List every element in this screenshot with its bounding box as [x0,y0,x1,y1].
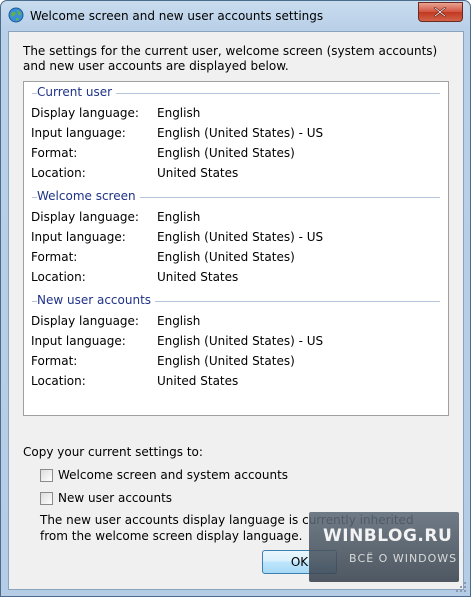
setting-row: Input language: English (United States) … [31,230,441,246]
setting-row: Format: English (United States) [31,146,441,162]
setting-value: English (United States) - US [157,334,324,348]
setting-label: Input language: [31,126,126,140]
setting-label: Display language: [31,106,139,120]
title-bar[interactable]: Welcome screen and new user accounts set… [1,1,470,31]
setting-row: Display language: English [31,314,441,330]
close-icon [434,7,446,17]
setting-row: Format: English (United States) [31,250,441,266]
setting-value: English [157,106,201,120]
dialog-client-area: The settings for the current user, welco… [8,31,464,590]
setting-label: Display language: [31,210,139,224]
section-title: Current user [37,85,117,99]
watermark-logo: WINBLOG.RU ВСЁ О WINDOWS [309,512,459,582]
checkbox-label[interactable]: Welcome screen and system accounts [58,468,288,482]
setting-row: Format: English (United States) [31,354,441,370]
setting-label: Format: [31,250,78,264]
setting-value: English (United States) [157,250,295,264]
intro-text: The settings for the current user, welco… [23,44,438,73]
setting-value: English (United States) [157,146,295,160]
setting-value: English (United States) [157,354,295,368]
setting-row: Input language: English (United States) … [31,126,441,142]
section-title: New user accounts [37,293,156,307]
resize-grip-icon[interactable] [455,581,467,593]
setting-value: United States [157,270,239,284]
setting-row: Display language: English [31,106,441,122]
checkbox-box[interactable] [40,469,53,482]
watermark-tagline: ВСЁ О WINDOWS [349,552,458,565]
setting-value: United States [157,166,239,180]
setting-label: Location: [31,166,86,180]
setting-label: Format: [31,354,78,368]
setting-row: Location: United States [31,374,441,390]
setting-label: Input language: [31,334,126,348]
setting-value: United States [157,374,239,388]
setting-value: English [157,314,201,328]
watermark-site: WINBLOG.RU [323,526,453,546]
window-title: Welcome screen and new user accounts set… [30,9,324,23]
section-heading-welcome-screen: Welcome screen [32,189,440,205]
setting-row: Input language: English (United States) … [31,334,441,350]
setting-label: Location: [31,374,86,388]
setting-value: English (United States) - US [157,230,324,244]
close-button[interactable] [418,2,463,22]
setting-row: Display language: English [31,210,441,226]
setting-label: Format: [31,146,78,160]
setting-value: English [157,210,201,224]
settings-panel: Current user Display language: English I… [23,81,449,416]
setting-value: English (United States) - US [157,126,324,140]
setting-row: Location: United States [31,270,441,286]
section-heading-new-user-accounts: New user accounts [32,293,440,309]
globe-icon [8,7,24,23]
copy-settings-label: Copy your current settings to: [23,445,203,459]
dialog-window: Welcome screen and new user accounts set… [0,0,471,597]
setting-label: Display language: [31,314,139,328]
section-heading-current-user: Current user [32,85,440,101]
checkbox-box[interactable] [40,492,53,505]
setting-row: Location: United States [31,166,441,182]
section-title: Welcome screen [37,189,140,203]
setting-label: Location: [31,270,86,284]
checkbox-label[interactable]: New user accounts [58,491,172,505]
setting-label: Input language: [31,230,126,244]
